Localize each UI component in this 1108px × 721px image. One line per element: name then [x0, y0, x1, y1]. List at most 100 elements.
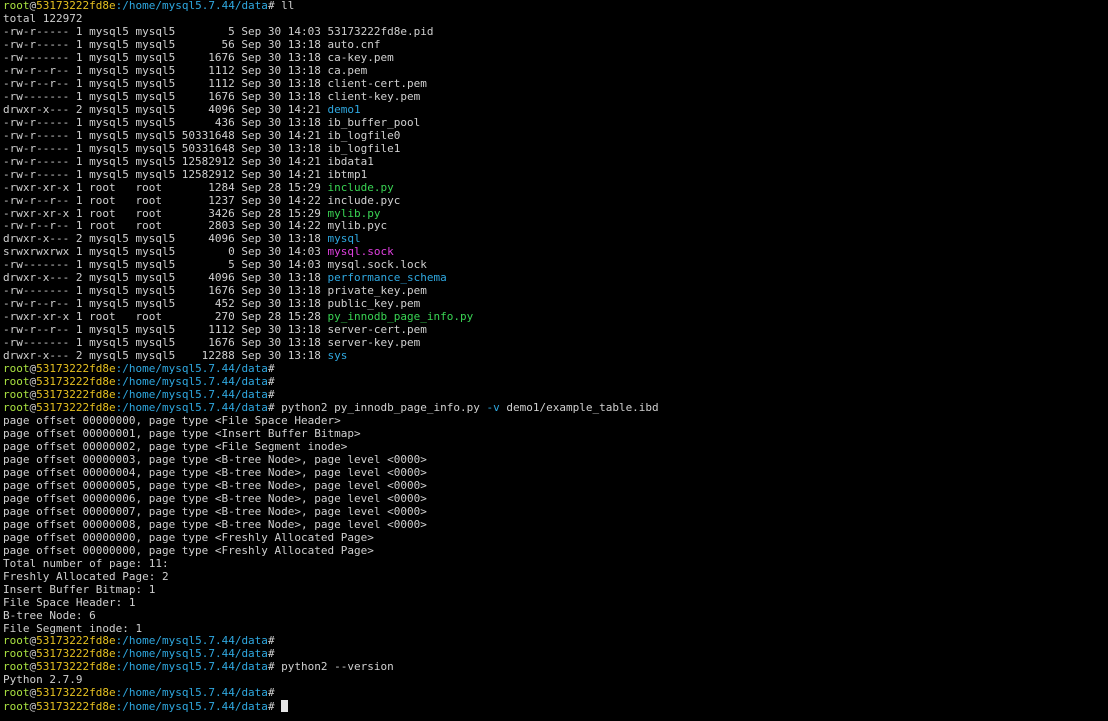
output-text: # python2 --version: [267, 660, 394, 674]
output-text: -rw------- 1 mysql5 mysql5 1676 Sep 30 1…: [3, 336, 421, 350]
prompt-host: 53173222fd8e: [36, 634, 116, 648]
output-text: page offset 00000000, page type <Freshly…: [3, 543, 374, 557]
output-text: page offset 00000006, page type <B-tree …: [3, 491, 427, 505]
output-text: page offset 00000001, page type <Insert …: [3, 426, 361, 440]
output-text: -rw------- 1 mysql5 mysql5 1676 Sep 30 1…: [3, 89, 421, 103]
output-text: -rw-r----- 1 mysql5 mysql5 12582912 Sep …: [3, 154, 374, 168]
prompt-user: root: [3, 0, 30, 12]
output-text: drwxr-x--- 2 mysql5 mysql5 12288 Sep 30 …: [3, 349, 328, 363]
prompt-path: :/home/mysql5.7.44/data: [115, 660, 268, 674]
executable-name: mylib.py: [327, 206, 381, 220]
prompt-host: 53173222fd8e: [36, 401, 116, 415]
prompt-path: :/home/mysql5.7.44/data: [115, 375, 268, 389]
prompt-host: 53173222fd8e: [36, 375, 116, 389]
prompt-user: root: [3, 686, 30, 700]
output-text: -rw-r--r-- 1 mysql5 mysql5 452 Sep 30 13…: [3, 297, 421, 311]
output-text: page offset 00000000, page type <Freshly…: [3, 530, 374, 544]
prompt-user: root: [3, 388, 30, 402]
prompt-host: 53173222fd8e: [36, 686, 116, 700]
terminal-line: File Space Header: 1: [3, 595, 1105, 610]
output-text: total 122972: [3, 11, 83, 25]
directory-name: mysql: [327, 232, 361, 246]
prompt-host: 53173222fd8e: [36, 0, 116, 12]
prompt-host: 53173222fd8e: [36, 388, 116, 402]
output-text: # python2 py_innodb_page_info.py: [267, 401, 487, 415]
output-text: #: [267, 700, 282, 714]
output-text: -rw-r----- 1 mysql5 mysql5 5 Sep 30 14:0…: [3, 24, 434, 38]
output-text: -rw-r--r-- 1 root root 2803 Sep 30 14:22…: [3, 219, 388, 233]
output-text: -rw-r----- 1 mysql5 mysql5 436 Sep 30 13…: [3, 115, 421, 129]
prompt-user: root: [3, 647, 30, 661]
prompt-path: :/home/mysql5.7.44/data: [115, 686, 268, 700]
output-text: -rw-r----- 1 mysql5 mysql5 50331648 Sep …: [3, 128, 401, 142]
prompt-path: :/home/mysql5.7.44/data: [115, 700, 268, 714]
prompt-user: root: [3, 401, 30, 415]
executable-name: py_innodb_page_info.py: [327, 310, 474, 324]
prompt-host: 53173222fd8e: [36, 700, 116, 714]
terminal-line: root@53173222fd8e:/home/mysql5.7.44/data…: [3, 700, 1105, 713]
output-text: -rw-r----- 1 mysql5 mysql5 56 Sep 30 13:…: [3, 37, 381, 51]
output-text: page offset 00000004, page type <B-tree …: [3, 465, 427, 479]
terminal-cursor[interactable]: [281, 700, 288, 713]
prompt-path: :/home/mysql5.7.44/data: [115, 634, 268, 648]
output-text: -rw------- 1 mysql5 mysql5 5 Sep 30 14:0…: [3, 258, 427, 272]
prompt-user: root: [3, 634, 30, 648]
output-text: # ll: [267, 0, 295, 12]
terminal-line: Freshly Allocated Page: 2: [3, 569, 1105, 584]
output-text: Freshly Allocated Page: 2: [3, 569, 169, 583]
prompt-host: 53173222fd8e: [36, 660, 116, 674]
output-text: File Segment inode: 1: [3, 621, 143, 635]
output-text: -rw-r--r-- 1 mysql5 mysql5 1112 Sep 30 1…: [3, 323, 427, 337]
prompt-user: root: [3, 375, 30, 389]
prompt-path: :/home/mysql5.7.44/data: [115, 401, 268, 415]
prompt-path: :/home/mysql5.7.44/data: [115, 647, 268, 661]
output-text: -rwxr-xr-x 1 root root 3426 Sep 28 15:29: [3, 206, 328, 220]
executable-name: include.py: [327, 180, 394, 194]
output-text: -rw-r----- 1 mysql5 mysql5 50331648 Sep …: [3, 141, 401, 155]
output-text: drwxr-x--- 2 mysql5 mysql5 4096 Sep 30 1…: [3, 271, 328, 285]
output-text: #: [267, 375, 275, 389]
output-text: File Space Header: 1: [3, 595, 136, 609]
terminal-line: root@53173222fd8e:/home/mysql5.7.44/data…: [3, 0, 1105, 13]
output-text: Total number of page: 11:: [3, 556, 169, 570]
output-text: page offset 00000005, page type <B-tree …: [3, 478, 427, 492]
output-text: page offset 00000003, page type <B-tree …: [3, 452, 427, 466]
directory-name: demo1: [327, 102, 361, 116]
prompt-user: root: [3, 362, 30, 376]
prompt-path: :/home/mysql5.7.44/data: [115, 0, 268, 12]
output-text: Insert Buffer Bitmap: 1: [3, 582, 156, 596]
prompt-path: :/home/mysql5.7.44/data: [115, 388, 268, 402]
output-text: -rwxr-xr-x 1 root root 270 Sep 28 15:28: [3, 310, 328, 324]
output-text: -rw-r--r-- 1 mysql5 mysql5 1112 Sep 30 1…: [3, 63, 368, 77]
output-text: page offset 00000008, page type <B-tree …: [3, 517, 427, 531]
output-text: #: [267, 362, 275, 376]
prompt-path: :/home/mysql5.7.44/data: [115, 362, 268, 376]
terminal-line: root@53173222fd8e:/home/mysql5.7.44/data…: [3, 660, 1105, 674]
terminal-line: root@53173222fd8e:/home/mysql5.7.44/data…: [3, 686, 1105, 700]
prompt-host: 53173222fd8e: [36, 362, 116, 376]
output-text: -rw------- 1 mysql5 mysql5 1676 Sep 30 1…: [3, 284, 427, 298]
output-text: B-tree Node: 6: [3, 608, 96, 622]
output-text: page offset 00000002, page type <File Se…: [3, 439, 348, 453]
directory-name: performance_schema: [327, 271, 447, 285]
socket-name: mysql.sock: [327, 245, 394, 259]
command-option: -v: [486, 401, 500, 415]
prompt-host: 53173222fd8e: [36, 647, 116, 661]
terminal-line: B-tree Node: 6: [3, 608, 1105, 623]
output-text: #: [267, 388, 275, 402]
prompt-user: root: [3, 660, 30, 674]
prompt-user: root: [3, 700, 30, 714]
terminal-output[interactable]: root@53173222fd8e:/home/mysql5.7.44/data…: [3, 0, 1105, 721]
output-text: -rw-r--r-- 1 mysql5 mysql5 1112 Sep 30 1…: [3, 76, 427, 90]
output-text: drwxr-x--- 2 mysql5 mysql5 4096 Sep 30 1…: [3, 232, 328, 246]
output-text: drwxr-x--- 2 mysql5 mysql5 4096 Sep 30 1…: [3, 102, 328, 116]
output-text: page offset 00000007, page type <B-tree …: [3, 504, 427, 518]
output-text: -rwxr-xr-x 1 root root 1284 Sep 28 15:29: [3, 180, 328, 194]
output-text: -rw------- 1 mysql5 mysql5 1676 Sep 30 1…: [3, 50, 394, 64]
output-text: demo1/example_table.ibd: [499, 401, 659, 415]
output-text: -rw-r--r-- 1 root root 1237 Sep 30 14:22…: [3, 193, 401, 207]
output-text: srwxrwxrwx 1 mysql5 mysql5 0 Sep 30 14:0…: [3, 245, 328, 259]
directory-name: sys: [327, 349, 348, 363]
output-text: Python 2.7.9: [3, 673, 83, 687]
output-text: #: [267, 634, 275, 648]
